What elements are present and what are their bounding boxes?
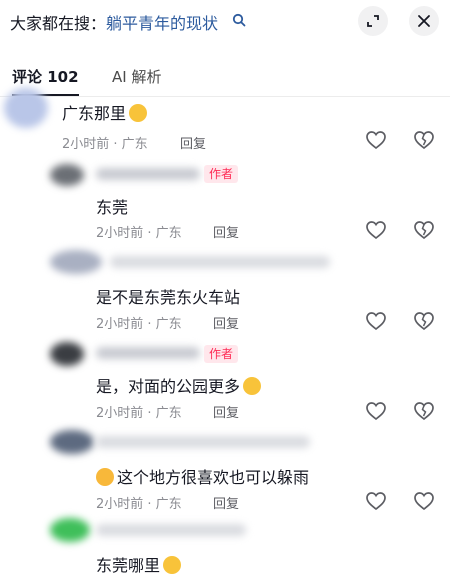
avatar[interactable] <box>50 164 84 186</box>
tab-ai-analysis[interactable]: AI 解析 <box>112 66 161 87</box>
comment-meta: 2小时前 · 广东 <box>62 137 148 152</box>
close-button[interactable] <box>409 6 439 36</box>
comment-meta: 2小时前 · 广东 <box>96 406 182 421</box>
search-term-link[interactable]: 躺平青年的现状 <box>106 14 218 33</box>
author-badge: 作者 <box>204 345 239 363</box>
comment-text: 广东那里 <box>62 100 148 124</box>
reply-button[interactable]: 回复 <box>213 222 239 241</box>
like-heart-icon[interactable] <box>365 129 387 151</box>
avatar[interactable] <box>50 250 102 274</box>
search-prefix-label: 大家都在搜： <box>10 14 107 33</box>
reply-button[interactable]: 回复 <box>213 493 239 512</box>
like-heart-icon[interactable] <box>365 310 387 332</box>
username-blurred[interactable] <box>96 524 246 536</box>
close-icon <box>418 15 430 27</box>
reply-button[interactable]: 回复 <box>213 402 239 421</box>
dislike-broken-heart-icon[interactable] <box>413 310 435 332</box>
surprised-face-emoji <box>129 104 148 122</box>
tab-comments[interactable]: 评论 102 <box>12 66 79 96</box>
tab-bar: 评论 102 AI 解析 <box>0 58 450 97</box>
comment-text: 是不是东莞东火车站 <box>96 288 241 307</box>
laughing-face-emoji <box>243 377 262 395</box>
grinning-face-emoji <box>163 556 182 574</box>
expand-button[interactable] <box>358 6 388 36</box>
reply-button[interactable]: 回复 <box>213 313 239 332</box>
author-badge: 作者 <box>204 165 239 183</box>
username-blurred[interactable] <box>96 168 200 180</box>
comment-text: 东莞 <box>96 198 129 217</box>
dislike-broken-heart-icon[interactable] <box>413 129 435 151</box>
comment-text: 是，对面的公园更多 <box>96 373 262 397</box>
dislike-broken-heart-icon[interactable] <box>413 219 435 241</box>
like-heart-icon[interactable] <box>365 400 387 422</box>
comment-text: 这个地方很喜欢也可以躲雨 <box>96 464 309 488</box>
thumbs-up-emoji <box>96 468 114 486</box>
reply-button[interactable]: 回复 <box>180 133 206 152</box>
dislike-broken-heart-icon[interactable] <box>413 400 435 422</box>
avatar[interactable] <box>50 430 94 454</box>
like-heart-icon[interactable] <box>365 219 387 241</box>
search-suggestion[interactable]: 大家都在搜：躺平青年的现状 <box>10 10 218 34</box>
top-bar: 大家都在搜：躺平青年的现状 <box>0 0 450 50</box>
comment-meta: 2小时前 · 广东 <box>96 226 182 241</box>
expand-icon <box>367 15 379 27</box>
dislike-broken-heart-icon[interactable] <box>413 490 435 512</box>
username-blurred[interactable] <box>96 347 200 359</box>
like-heart-icon[interactable] <box>365 490 387 512</box>
search-icon[interactable] <box>232 13 246 27</box>
avatar[interactable] <box>50 518 90 542</box>
username-blurred[interactable] <box>96 436 310 448</box>
comment-meta: 2小时前 · 广东 <box>96 317 182 332</box>
comment-text: 东莞哪里 <box>96 552 182 576</box>
avatar[interactable] <box>50 342 84 366</box>
avatar[interactable] <box>4 88 48 128</box>
username-blurred[interactable] <box>110 256 330 268</box>
comment-meta: 2小时前 · 广东 <box>96 497 182 512</box>
